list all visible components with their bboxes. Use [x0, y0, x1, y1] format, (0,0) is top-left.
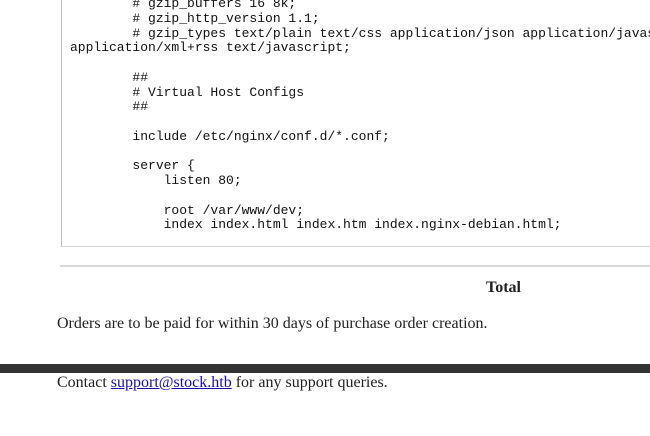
code-line: ##: [70, 70, 149, 85]
contact-line: Contact support@stock.htb for any suppor…: [57, 374, 388, 392]
support-email-link[interactable]: support@stock.htb: [111, 374, 232, 391]
code-line: # Virtual Host Configs: [70, 85, 305, 100]
code-line: include /etc/nginx/conf.d/*.conf;: [70, 129, 390, 144]
footer-divider-bar: [0, 364, 650, 373]
code-line: application/xml+rss text/javascript;: [70, 40, 351, 55]
code-line: # gzip_buffers 16 8k;: [70, 0, 297, 11]
code-line: listen 80;: [70, 173, 242, 188]
section-divider: [60, 265, 650, 267]
code-line: server {: [70, 158, 195, 173]
code-output-box: # gzip_buffers 16 8k; # gzip_http_versio…: [61, 0, 650, 247]
code-line: index index.html index.htm index.nginx-d…: [70, 217, 562, 232]
code-line: # gzip_types text/plain text/css applica…: [132, 26, 650, 41]
total-label: Total: [486, 279, 521, 296]
code-line: # gzip_http_version 1.1;: [70, 11, 320, 26]
code-line: root /var/www/dev;: [70, 203, 305, 218]
contact-prefix: Contact: [57, 374, 111, 391]
contact-suffix: for any support queries.: [231, 374, 388, 391]
payment-terms-text: Orders are to be paid for within 30 days…: [57, 315, 488, 332]
code-line: ##: [70, 99, 149, 114]
